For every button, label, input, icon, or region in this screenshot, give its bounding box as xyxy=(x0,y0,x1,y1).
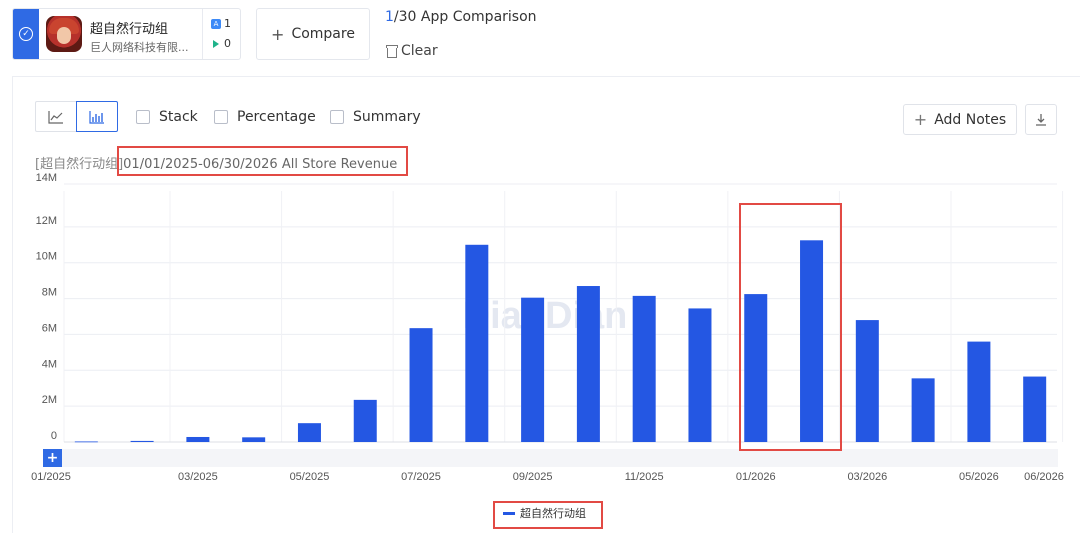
x-tick-label: 06/2026 xyxy=(1024,471,1064,483)
bar-06-2026[interactable] xyxy=(1023,376,1047,442)
x-tick-label: 01/2026 xyxy=(736,471,776,483)
y-tick-label: 2M xyxy=(42,394,57,406)
bar-10-2025[interactable] xyxy=(576,286,600,442)
bar-07-2025[interactable] xyxy=(409,328,433,442)
zoom-slider-track[interactable] xyxy=(43,449,1058,467)
x-tick-label: 09/2025 xyxy=(513,471,553,483)
revenue-bar-chart: DianDian 02M4M6M8M10M12M14M 01/2025 03/20… xyxy=(31,172,1064,483)
highlight-box-legend xyxy=(493,501,603,529)
bar-02-2025[interactable] xyxy=(130,440,154,442)
bar-06-2025[interactable] xyxy=(353,399,377,442)
bar-04-2026[interactable] xyxy=(911,378,935,442)
x-tick-label: 11/2025 xyxy=(625,471,664,483)
x-tick-label: 03/2025 xyxy=(178,471,218,483)
x-tick-label: 03/2026 xyxy=(847,471,887,483)
y-tick-label: 12M xyxy=(36,215,57,227)
highlight-box-bars xyxy=(739,203,842,451)
bar-03-2026[interactable] xyxy=(855,320,879,442)
bar-09-2025[interactable] xyxy=(521,297,545,442)
bar-11-2025[interactable] xyxy=(632,295,656,442)
bar-01-2025[interactable] xyxy=(74,441,98,443)
zoom-expand-button[interactable]: + xyxy=(43,449,62,467)
y-tick-label: 0 xyxy=(51,430,57,442)
bar-04-2025[interactable] xyxy=(242,437,266,442)
bar-05-2025[interactable] xyxy=(297,423,321,442)
y-tick-label: 14M xyxy=(36,172,57,184)
y-tick-label: 6M xyxy=(42,322,57,334)
y-tick-label: 8M xyxy=(42,287,57,299)
x-tick-label: 05/2026 xyxy=(959,471,999,483)
x-tick-label: 05/2025 xyxy=(290,471,330,483)
x-tick-label: 01/2025 xyxy=(31,471,71,483)
bar-08-2025[interactable] xyxy=(465,244,489,442)
bar-05-2026[interactable] xyxy=(967,341,991,442)
bar-03-2025[interactable] xyxy=(186,436,210,442)
x-tick-label: 07/2025 xyxy=(401,471,441,483)
y-tick-label: 10M xyxy=(36,251,57,263)
bar-12-2025[interactable] xyxy=(688,308,712,442)
y-tick-label: 4M xyxy=(42,358,57,370)
